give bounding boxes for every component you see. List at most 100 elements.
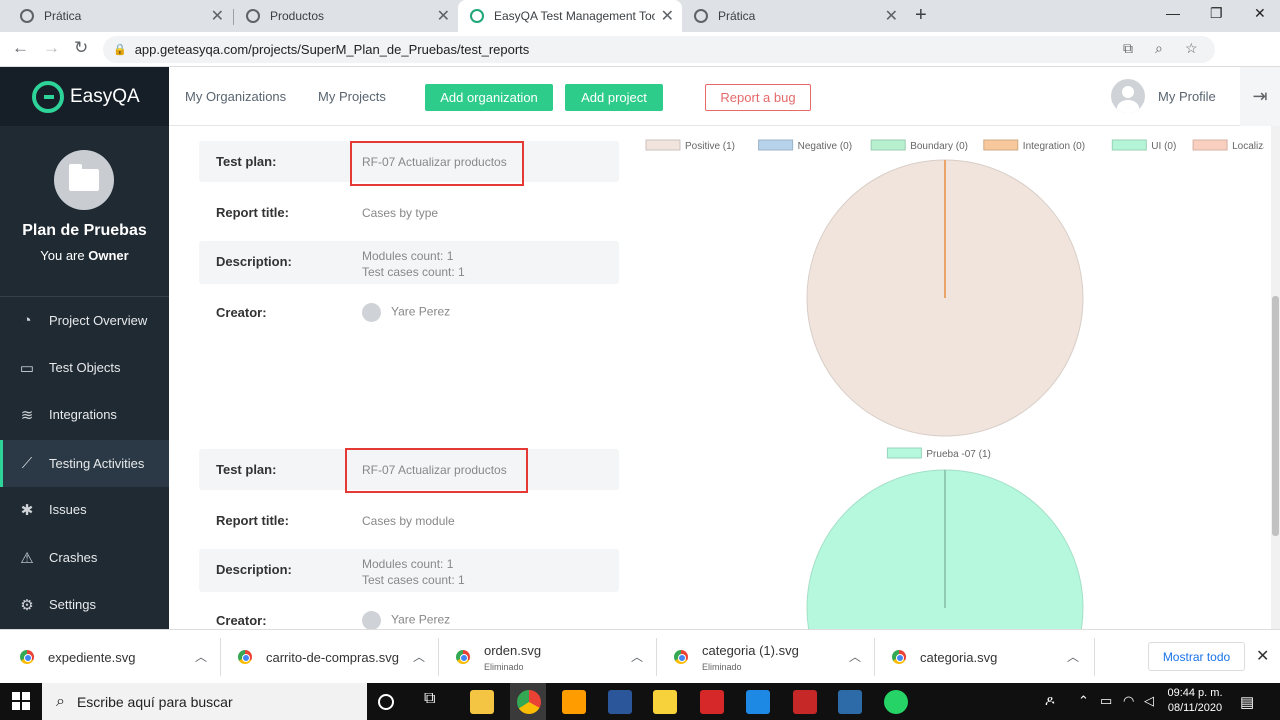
project-name: Plan de Pruebas bbox=[22, 222, 147, 239]
close-icon[interactable]: ✕ bbox=[437, 6, 450, 26]
antivirus-icon[interactable] bbox=[793, 690, 817, 714]
translate-icon[interactable]: ⧉ bbox=[1123, 40, 1133, 57]
add-organization-button[interactable]: Add organization bbox=[425, 84, 553, 111]
photos-icon[interactable] bbox=[838, 690, 862, 714]
cases-by-type-pie-chart: Positive (1) Negative (0) Boundary (0) Inte… bbox=[645, 139, 1264, 437]
nav-my-organizations[interactable]: My Organizations bbox=[185, 89, 286, 104]
close-icon[interactable]: ✕ bbox=[885, 6, 898, 26]
highlight-box bbox=[350, 141, 524, 186]
download-item[interactable]: expediente.svg ︿ bbox=[20, 630, 207, 684]
cortana-icon[interactable] bbox=[378, 694, 394, 710]
bookmark-star-icon[interactable]: ☆ bbox=[1185, 40, 1198, 57]
reload-icon[interactable]: ↻ bbox=[74, 38, 88, 58]
test-cases-count: Test cases count: 1 bbox=[362, 573, 465, 587]
download-item[interactable]: categoria (1).svg Eliminado ︿ bbox=[674, 630, 861, 684]
creator-name: Yare Perez bbox=[391, 304, 451, 319]
download-name: categoria (1).svg bbox=[702, 642, 799, 658]
logout-icon[interactable]: ⇥ bbox=[1240, 67, 1280, 126]
reports-content: Test plan: RF-07 Actualizar productos Re… bbox=[169, 126, 1271, 629]
url-field[interactable]: 🔒 app.geteasyqa.com/projects/SuperM_Plan… bbox=[103, 36, 1215, 63]
sidebar-item-issues[interactable]: ✱ Issues bbox=[0, 486, 169, 533]
acrobat-icon[interactable] bbox=[700, 690, 724, 714]
forward-icon[interactable]: → bbox=[43, 38, 60, 58]
gauge-icon: ◔ bbox=[22, 312, 32, 329]
test-plan-label: Test plan: bbox=[216, 462, 277, 477]
report-1-creator-row: Creator: Yare Perez bbox=[199, 292, 619, 333]
sidebar-item-crashes[interactable]: ⚠ Crashes bbox=[0, 534, 169, 581]
new-tab-icon[interactable]: + bbox=[915, 4, 927, 27]
highlight-box bbox=[345, 448, 528, 493]
sidebar-item-settings[interactable]: ⚙ Settings bbox=[0, 581, 169, 628]
word-icon[interactable] bbox=[608, 690, 632, 714]
chevron-up-icon[interactable]: ︿ bbox=[413, 648, 425, 665]
gear-icon: ⚙ bbox=[20, 596, 34, 614]
browser-tab[interactable]: Prática ✕ bbox=[8, 0, 232, 32]
back-icon[interactable]: ← bbox=[12, 38, 29, 58]
add-project-button[interactable]: Add project bbox=[565, 84, 663, 111]
system-clock[interactable]: 09:44 p. m. 08/11/2020 bbox=[1163, 686, 1227, 716]
battery-icon[interactable]: ▭ bbox=[1100, 693, 1112, 709]
scrollbar-thumb[interactable] bbox=[1272, 296, 1279, 536]
browser-tab[interactable]: Prática ✕ bbox=[682, 0, 906, 32]
page-scrollbar[interactable] bbox=[1271, 126, 1280, 629]
file-explorer-icon[interactable] bbox=[470, 690, 494, 714]
whatsapp-icon[interactable] bbox=[884, 690, 908, 714]
download-item[interactable]: categoria.svg ︿ bbox=[892, 630, 1079, 684]
maximize-icon[interactable]: ❐ bbox=[1210, 5, 1223, 22]
browser-tab[interactable]: Productos ✕ bbox=[234, 0, 458, 32]
chevron-up-icon[interactable]: ︿ bbox=[849, 648, 861, 665]
download-item[interactable]: orden.svg Eliminado ︿ bbox=[456, 630, 643, 684]
sidebar-item-integrations[interactable]: ≋ Integrations bbox=[0, 391, 169, 438]
globe-icon bbox=[246, 9, 260, 23]
tab-title: EasyQA Test Management Tool bbox=[494, 9, 655, 23]
address-bar: ← → ↻ 🔒 app.geteasyqa.com/projects/Super… bbox=[0, 32, 1280, 92]
sidebar-item-test-objects[interactable]: ▭ Test Objects bbox=[0, 344, 169, 391]
report-bug-button[interactable]: Report a bug bbox=[705, 84, 811, 111]
download-name: orden.svg bbox=[484, 642, 542, 658]
project-role: You are Owner bbox=[0, 248, 169, 263]
sidebar-item-testing-activities[interactable]: ⟋ Testing Activities bbox=[0, 440, 169, 487]
notifications-icon[interactable]: ▤ bbox=[1240, 693, 1254, 711]
nav-my-projects[interactable]: My Projects bbox=[318, 89, 386, 104]
task-view-icon[interactable]: ⧉ bbox=[424, 690, 448, 714]
vscode-icon[interactable] bbox=[746, 690, 770, 714]
layers-icon: ≋ bbox=[20, 406, 34, 424]
chevron-up-icon[interactable]: ⌃ bbox=[1078, 693, 1089, 709]
app-logo[interactable]: EasyQA bbox=[0, 67, 169, 126]
test-plan-label: Test plan: bbox=[216, 154, 277, 169]
chevron-up-icon[interactable]: ︿ bbox=[195, 648, 207, 665]
report-1-title-row: Report title: Cases by type bbox=[199, 192, 619, 233]
close-icon[interactable]: ✕ bbox=[661, 6, 674, 26]
minimize-icon[interactable]: — bbox=[1166, 5, 1180, 21]
taskbar-search[interactable]: ⌕ Escribe aquí para buscar bbox=[42, 683, 367, 720]
modules-count: Modules count: 1 bbox=[362, 249, 454, 263]
downloads-bar: expediente.svg ︿ carrito-de-compras.svg … bbox=[0, 629, 1280, 683]
close-icon[interactable]: ✕ bbox=[211, 6, 224, 26]
zoom-icon[interactable]: ⌕ bbox=[1155, 40, 1163, 57]
report-2-description-row: Description: Modules count: 1 Test cases … bbox=[199, 549, 619, 592]
report-title-value: Cases by type bbox=[362, 206, 439, 220]
sticky-notes-icon[interactable] bbox=[653, 690, 677, 714]
my-profile-link[interactable]: My Profile bbox=[1158, 89, 1216, 104]
sidebar-item-project-overview[interactable]: ◔ Project Overview bbox=[0, 297, 169, 344]
chevron-up-icon[interactable]: ︿ bbox=[631, 648, 643, 665]
search-icon: ⌕ bbox=[56, 692, 65, 710]
windows-start-icon[interactable] bbox=[12, 692, 30, 710]
download-item[interactable]: carrito-de-compras.svg ︿ bbox=[238, 630, 425, 684]
wifi-icon[interactable]: ◠ bbox=[1123, 693, 1134, 709]
chevron-up-icon[interactable]: ︿ bbox=[1067, 648, 1079, 665]
search-placeholder: Escribe aquí para buscar bbox=[76, 693, 233, 710]
store-icon[interactable] bbox=[562, 690, 586, 714]
show-all-downloads-button[interactable]: Mostrar todo bbox=[1148, 642, 1245, 671]
volume-icon[interactable]: ◁ bbox=[1144, 693, 1154, 709]
browser-tab-strip: Prática ✕ Productos ✕ EasyQA Test Manage… bbox=[0, 0, 1280, 32]
close-icon[interactable]: ✕ bbox=[1256, 646, 1269, 666]
report-1-description-row: Description: Modules count: 1 Test cases … bbox=[199, 241, 619, 284]
description-label: Description: bbox=[216, 562, 292, 577]
window-close-icon[interactable]: ✕ bbox=[1254, 5, 1266, 22]
legend-label: Localization (0) bbox=[1232, 141, 1264, 152]
browser-tab-active[interactable]: EasyQA Test Management Tool ✕ bbox=[458, 0, 682, 32]
profile-avatar[interactable] bbox=[1111, 79, 1145, 113]
people-icon[interactable]: ዶ bbox=[1045, 693, 1055, 709]
chart-line-icon: ⟋ bbox=[21, 455, 33, 472]
